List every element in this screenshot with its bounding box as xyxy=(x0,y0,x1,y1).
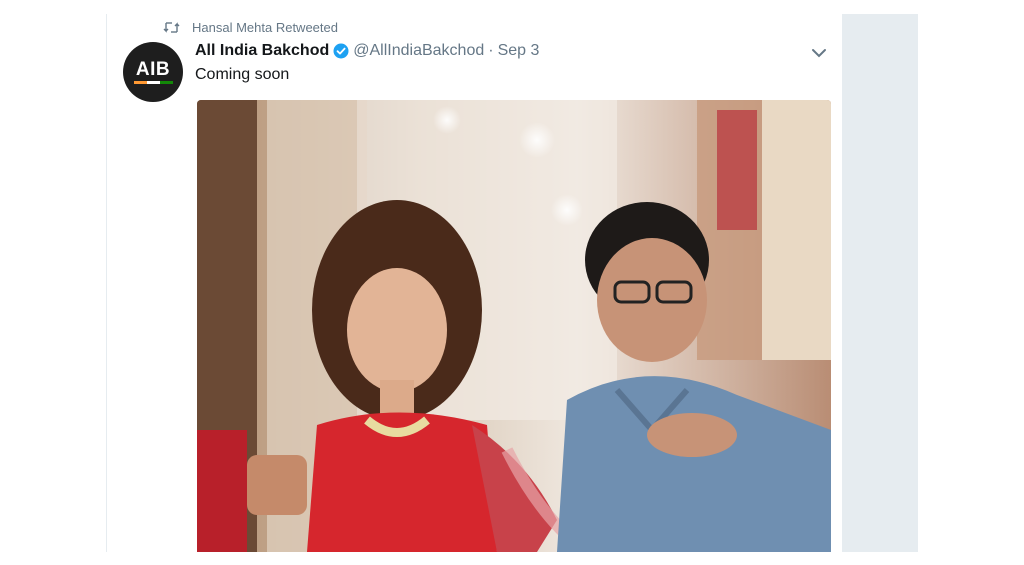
retweet-label: Hansal Mehta Retweeted xyxy=(192,19,338,35)
tweet-photo[interactable] xyxy=(197,100,831,552)
user-handle[interactable]: @AllIndiaBakchod xyxy=(353,42,484,60)
chevron-down-icon[interactable] xyxy=(811,47,827,59)
flag-stripe xyxy=(133,80,173,84)
avatar[interactable]: AIB xyxy=(123,42,183,102)
retweet-icon xyxy=(163,21,180,33)
tweet-header: All India Bakchod @AllIndiaBakchod · Sep… xyxy=(195,42,539,60)
separator-dot: · xyxy=(488,42,494,59)
avatar-logo-text: AIB xyxy=(135,58,171,80)
tweet-text: Coming soon xyxy=(195,66,290,83)
tweet-card[interactable]: Hansal Mehta Retweeted AIB All India Bak… xyxy=(106,14,843,552)
display-name[interactable]: All India Bakchod xyxy=(195,42,329,60)
side-panel xyxy=(842,14,918,552)
tweet-date[interactable]: Sep 3 xyxy=(498,42,540,60)
photo-scene xyxy=(197,100,831,552)
retweet-context[interactable]: Hansal Mehta Retweeted xyxy=(163,18,338,36)
verified-badge-icon xyxy=(333,43,349,59)
